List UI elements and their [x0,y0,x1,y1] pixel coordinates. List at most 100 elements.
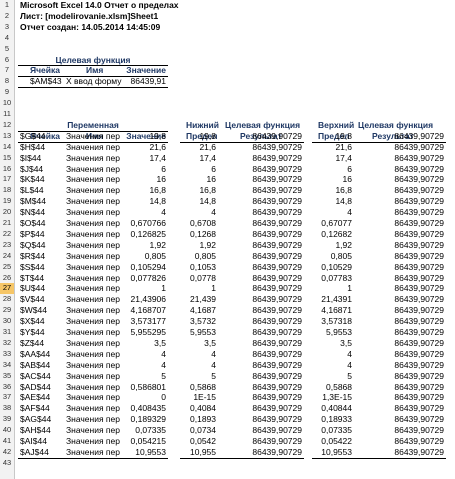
var-lower-result[interactable]: 86439,90729 [240,153,302,164]
var-lower-result[interactable]: 86439,90729 [240,251,302,262]
var-lower-limit[interactable]: 16 [180,174,216,185]
objective-header-name[interactable]: Имя [86,65,103,76]
var-upper-limit[interactable]: 16,8 [312,185,352,196]
objective-header-value[interactable]: Значение [112,65,166,76]
var-upper-result[interactable]: 86439,90729 [382,360,444,371]
var-lower-limit[interactable]: 16,8 [180,185,216,196]
var-upper-limit[interactable]: 0,07335 [312,425,352,436]
var-lower-limit[interactable]: 0,805 [180,251,216,262]
var-upper-limit[interactable]: 0,10529 [312,262,352,273]
var-lower-limit[interactable]: 21,439 [180,294,216,305]
row-number[interactable]: 36 [0,382,14,393]
var-upper-limit[interactable]: 4 [312,349,352,360]
row-number[interactable]: 1 [0,0,14,11]
var-upper-limit[interactable]: 21,6 [312,142,352,153]
objective-section-title[interactable]: Целевая функция [18,55,168,66]
row-number[interactable]: 21 [0,218,14,229]
var-value[interactable]: 4 [112,207,166,218]
row-number[interactable]: 7 [0,65,14,76]
var-lower-limit[interactable]: 3,5732 [180,316,216,327]
var-lower-limit[interactable]: 0,0542 [180,436,216,447]
var-cell[interactable]: $AF$44 [20,403,66,414]
var-value[interactable]: 21,6 [112,142,166,153]
var-lower-limit[interactable]: 4,1687 [180,305,216,316]
var-lower-result[interactable]: 86439,90729 [240,142,302,153]
row-number[interactable]: 25 [0,262,14,273]
var-upper-limit[interactable]: 16 [312,174,352,185]
var-value[interactable]: 3,573177 [112,316,166,327]
var-value[interactable]: 4 [112,349,166,360]
var-lower-result[interactable]: 86439,90729 [240,229,302,240]
row-number[interactable]: 39 [0,414,14,425]
var-lower-result[interactable]: 86439,90729 [240,218,302,229]
var-lower-limit[interactable]: 5 [180,371,216,382]
target-group-title-b[interactable]: Целевая функция [358,120,433,131]
var-lower-result[interactable]: 86439,90729 [240,436,302,447]
row-number[interactable]: 22 [0,229,14,240]
var-upper-limit[interactable]: 3,5 [312,338,352,349]
var-value[interactable]: 5,955295 [112,327,166,338]
var-upper-limit[interactable]: 14,8 [312,196,352,207]
report-sheet[interactable]: Лист: [modelirovanie.xlsm]Sheet1 [20,11,158,22]
var-lower-result[interactable]: 86439,90729 [240,327,302,338]
var-lower-result[interactable]: 86439,90729 [240,294,302,305]
var-lower-result[interactable]: 86439,90729 [240,425,302,436]
var-lower-limit[interactable]: 0,1053 [180,262,216,273]
var-value[interactable]: 4 [112,360,166,371]
var-cell[interactable]: $K$44 [20,174,66,185]
row-number[interactable]: 28 [0,294,14,305]
var-lower-limit[interactable]: 0,4084 [180,403,216,414]
row-number[interactable]: 24 [0,251,14,262]
var-value[interactable]: 16 [112,174,166,185]
lower-group-title[interactable]: Нижний [186,120,219,131]
var-upper-limit[interactable]: 5 [312,371,352,382]
var-upper-result[interactable]: 86439,90729 [382,273,444,284]
row-number[interactable]: 37 [0,392,14,403]
var-lower-limit[interactable]: 17,4 [180,153,216,164]
row-number[interactable]: 41 [0,436,14,447]
var-upper-result[interactable]: 86439,90729 [382,164,444,175]
var-lower-limit[interactable]: 3,5 [180,338,216,349]
var-lower-result[interactable]: 86439,90729 [240,371,302,382]
var-lower-result[interactable]: 86439,90729 [240,262,302,273]
var-lower-limit[interactable]: 1,92 [180,240,216,251]
var-cell[interactable]: $Y$44 [20,327,66,338]
var-lower-result[interactable]: 86439,90729 [240,349,302,360]
var-lower-result[interactable]: 86439,90729 [240,360,302,371]
var-lower-result[interactable]: 86439,90729 [240,283,302,294]
var-value[interactable]: 4,168707 [112,305,166,316]
var-upper-result[interactable]: 86439,90729 [382,414,444,425]
var-upper-result[interactable]: 86439,90729 [382,218,444,229]
var-value[interactable]: 5 [112,371,166,382]
report-date[interactable]: Отчет создан: 14.05.2014 14:45:09 [20,22,160,33]
var-upper-result[interactable]: 86439,90729 [382,251,444,262]
var-cell[interactable]: $AA$44 [20,349,66,360]
objective-value[interactable]: 86439,91 [112,76,166,87]
var-value[interactable]: 0,189329 [112,414,166,425]
var-upper-limit[interactable]: 4,16871 [312,305,352,316]
var-upper-limit[interactable]: 1 [312,283,352,294]
var-upper-limit[interactable]: 0,40844 [312,403,352,414]
row-number[interactable]: 19 [0,196,14,207]
var-upper-limit[interactable]: 5,9553 [312,327,352,338]
var-value[interactable]: 0,054215 [112,436,166,447]
var-value[interactable]: 14,8 [112,196,166,207]
var-lower-limit[interactable]: 0,1893 [180,414,216,425]
var-lower-result[interactable]: 86439,90729 [240,382,302,393]
var-cell[interactable]: $AC$44 [20,371,66,382]
var-lower-limit[interactable]: 1E-15 [180,392,216,403]
var-value[interactable]: 3,5 [112,338,166,349]
var-upper-result[interactable]: 86439,90729 [382,196,444,207]
row-headers[interactable]: 1 2 3 4 5 6 7 8 9 10 11 12 13 14 15 16 17 18 19 20 21 22 23 24 2… [0,0,15,479]
spreadsheet[interactable]: 1 2 3 4 5 6 7 8 9 10 11 12 13 14 15 16 17 18 19 20 21 22 23 24 2… [0,0,455,479]
var-lower-limit[interactable]: 1 [180,283,216,294]
var-lower-limit[interactable]: 0,0778 [180,273,216,284]
var-upper-limit[interactable]: 19,8 [312,131,352,142]
var-lower-result[interactable]: 86439,90729 [240,305,302,316]
var-cell[interactable]: $N$44 [20,207,66,218]
var-cell[interactable]: $X$44 [20,316,66,327]
var-value[interactable]: 1 [112,283,166,294]
var-cell[interactable]: $V$44 [20,294,66,305]
var-cell[interactable]: $H$44 [20,142,66,153]
var-upper-result[interactable]: 86439,90729 [382,392,444,403]
